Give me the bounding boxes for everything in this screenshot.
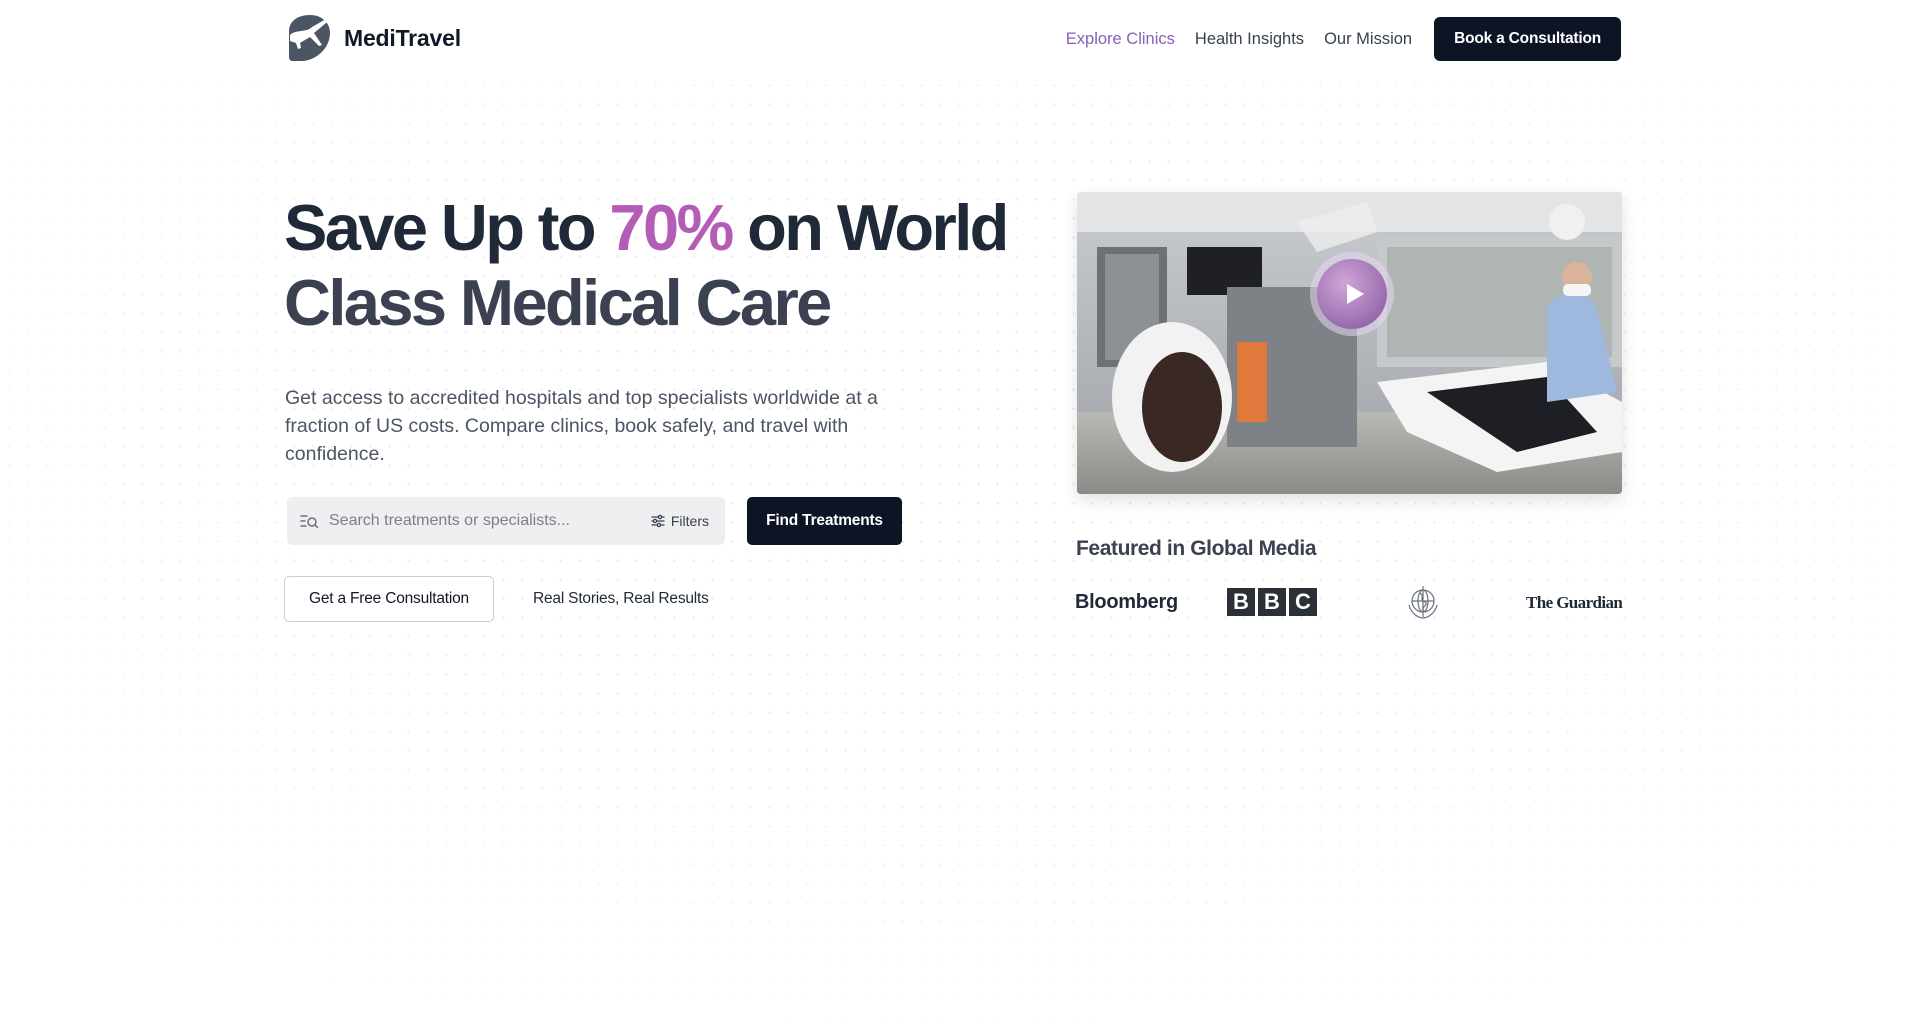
bbc-letter: C [1289,588,1317,616]
play-button[interactable] [1310,252,1394,336]
media-logos: Bloomberg B B C The Guardian [1075,583,1625,627]
play-icon [1347,284,1364,304]
hero-title-line2: Class Medical Care [284,266,832,339]
find-treatments-button[interactable]: Find Treatments [747,497,902,545]
nav-our-mission[interactable]: Our Mission [1324,30,1412,49]
hero-title: Save Up to 70% on World Class Medical Ca… [284,190,1024,340]
play-button-inner [1317,259,1387,329]
search-list-icon [300,515,319,529]
guardian-logo: The Guardian [1526,593,1623,612]
hero-subtitle: Get access to accredited hospitals and t… [285,387,878,465]
filters-icon [651,514,665,528]
bbc-letter: B [1227,588,1255,616]
logo-mark-icon [289,15,330,61]
free-consultation-button[interactable]: Get a Free Consultation [284,576,494,622]
book-consultation-button[interactable]: Book a Consultation [1434,17,1621,61]
media-title: Featured in Global Media [1076,537,1317,560]
bbc-letter: B [1258,588,1286,616]
who-emblem-icon [1408,586,1438,619]
hero-title-part2: on World [731,191,1009,264]
dental-clinic-video-thumbnail [1077,192,1622,494]
hero-title-part1: Save Up to [284,191,610,264]
filters-label: Filters [670,513,709,529]
filters-button[interactable]: Filters [650,513,709,529]
search-input[interactable] [329,512,650,530]
video-player[interactable] [1077,192,1622,494]
bloomberg-logo: Bloomberg [1075,591,1178,613]
nav-health-insights[interactable]: Health Insights [1195,30,1304,49]
hero-title-accent: 70% [609,191,734,264]
logo[interactable]: MediTravel [286,13,461,63]
search-bar: Filters [287,497,725,545]
brand-name: MediTravel [344,24,461,51]
main-nav: Explore Clinics Health Insights Our Miss… [1066,17,1621,61]
real-stories-link[interactable]: Real Stories, Real Results [533,576,709,622]
bbc-logo: B B C [1227,588,1320,616]
nav-explore-clinics[interactable]: Explore Clinics [1066,30,1175,49]
